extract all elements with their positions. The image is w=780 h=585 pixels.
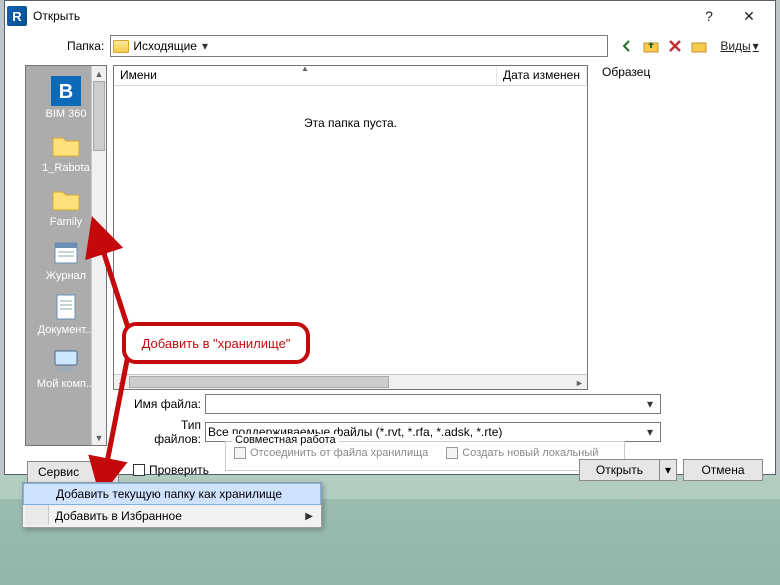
tools-dropdown-button[interactable]: Сервис ▾	[27, 461, 119, 483]
column-date-label: Дата изменен	[503, 68, 580, 82]
menu-add-as-storage[interactable]: Добавить текущую папку как хранилище	[23, 483, 321, 505]
folder-selected-name: Исходящие	[133, 39, 197, 53]
horizontal-scrollbar[interactable]: ◄ ►	[114, 374, 587, 389]
place-bim360[interactable]: B BIM 360	[36, 74, 96, 120]
views-label: Виды	[720, 39, 750, 53]
collab-group-title: Совместная работа	[232, 434, 339, 446]
up-folder-icon[interactable]	[642, 37, 660, 55]
create-local-checkbox: Создать новый локальный	[446, 447, 598, 459]
place-label: 1_Rabota	[36, 162, 96, 174]
svg-text:B: B	[59, 81, 73, 103]
tools-menu: Добавить текущую папку как хранилище Доб…	[22, 482, 322, 528]
menu-item-label: Добавить в Избранное	[55, 509, 182, 523]
chevron-down-icon: ▾	[102, 465, 108, 479]
column-name-label: Имени	[120, 68, 157, 82]
tools-button-label: Сервис	[38, 465, 79, 479]
column-name[interactable]: ▲ Имени	[114, 66, 497, 85]
app-icon: R	[7, 6, 27, 26]
cancel-button-label: Отмена	[701, 463, 744, 477]
annotation-text: Добавить в "хранилище"	[142, 336, 291, 351]
place-documents[interactable]: Документ...	[36, 290, 96, 336]
list-header: ▲ Имени Дата изменен	[114, 66, 587, 86]
place-label: Мой комп...	[36, 378, 96, 390]
help-button[interactable]: ?	[689, 3, 729, 29]
scroll-up-icon[interactable]: ▲	[92, 66, 106, 81]
open-file-dialog: R Открыть ? ✕ Папка: Исходящие ▾	[4, 0, 776, 475]
place-label: Журнал	[36, 270, 96, 282]
window-title: Открыть	[33, 9, 689, 23]
scroll-thumb[interactable]	[129, 376, 389, 388]
filename-label: Имя файла:	[131, 397, 201, 411]
delete-icon[interactable]	[666, 37, 684, 55]
bim360-icon: B	[36, 74, 96, 108]
annotation-callout: Добавить в "хранилище"	[122, 322, 310, 364]
sort-asc-icon: ▲	[301, 66, 309, 73]
menu-item-label: Добавить текущую папку как хранилище	[56, 487, 282, 501]
folder-icon	[36, 128, 96, 162]
place-label: BIM 360	[36, 108, 96, 120]
cancel-button[interactable]: Отмена	[683, 459, 763, 481]
filename-combobox[interactable]: ▾	[205, 394, 661, 414]
detach-label: Отсоединить от файла хранилища	[250, 447, 428, 459]
chevron-down-icon: ▾	[753, 39, 759, 53]
open-button[interactable]: Открыть	[579, 459, 659, 481]
filetype-label: Тип файлов:	[131, 418, 201, 446]
scroll-thumb[interactable]	[93, 81, 105, 151]
chevron-down-icon: ▾	[642, 397, 658, 411]
views-dropdown[interactable]: Виды ▾	[720, 39, 758, 53]
place-label: Family	[36, 216, 96, 228]
new-folder-icon[interactable]	[690, 37, 708, 55]
check-label: Проверить	[149, 463, 209, 477]
submenu-arrow-icon: ▶	[305, 511, 313, 522]
places-bar: B BIM 360 1_Rabota Family Журн	[25, 65, 107, 446]
empty-folder-message: Эта папка пуста.	[304, 116, 397, 130]
open-button-dropdown[interactable]: ▾	[659, 459, 677, 481]
check-checkbox[interactable]: Проверить	[133, 463, 209, 477]
column-date[interactable]: Дата изменен	[497, 66, 587, 85]
scroll-down-icon[interactable]: ▼	[92, 430, 106, 445]
place-label: Документ...	[36, 324, 96, 336]
close-button[interactable]: ✕	[729, 3, 769, 29]
folder-icon	[113, 40, 129, 53]
places-scrollbar[interactable]: ▲ ▼	[91, 66, 106, 445]
preview-pane: Образец	[594, 65, 767, 446]
folder-row: Папка: Исходящие ▾ Виды ▾	[5, 31, 775, 61]
chevron-down-icon: ▾	[197, 39, 213, 53]
document-icon	[36, 290, 96, 324]
detach-checkbox: Отсоединить от файла хранилища	[234, 447, 428, 459]
computer-icon	[36, 344, 96, 378]
place-rabota[interactable]: 1_Rabota	[36, 128, 96, 174]
menu-add-to-favorites[interactable]: Добавить в Избранное ▶	[23, 505, 321, 527]
place-family[interactable]: Family	[36, 182, 96, 228]
scroll-left-icon[interactable]: ◄	[114, 376, 129, 391]
place-computer[interactable]: Мой комп...	[36, 344, 96, 390]
folder-label: Папка:	[67, 39, 104, 53]
place-journal[interactable]: Журнал	[36, 236, 96, 282]
back-icon[interactable]	[618, 37, 636, 55]
scroll-right-icon[interactable]: ►	[572, 375, 587, 390]
folder-dropdown[interactable]: Исходящие ▾	[110, 35, 608, 57]
preview-label: Образец	[602, 65, 767, 79]
chevron-down-icon: ▾	[642, 425, 658, 439]
create-local-label: Создать новый локальный	[462, 447, 598, 459]
folder-icon	[36, 182, 96, 216]
open-button-label: Открыть	[596, 463, 643, 477]
chevron-down-icon: ▾	[665, 463, 671, 477]
collab-group: Совместная работа Отсоединить от файла х…	[225, 441, 625, 471]
journal-icon	[36, 236, 96, 270]
titlebar: R Открыть ? ✕	[5, 1, 775, 31]
